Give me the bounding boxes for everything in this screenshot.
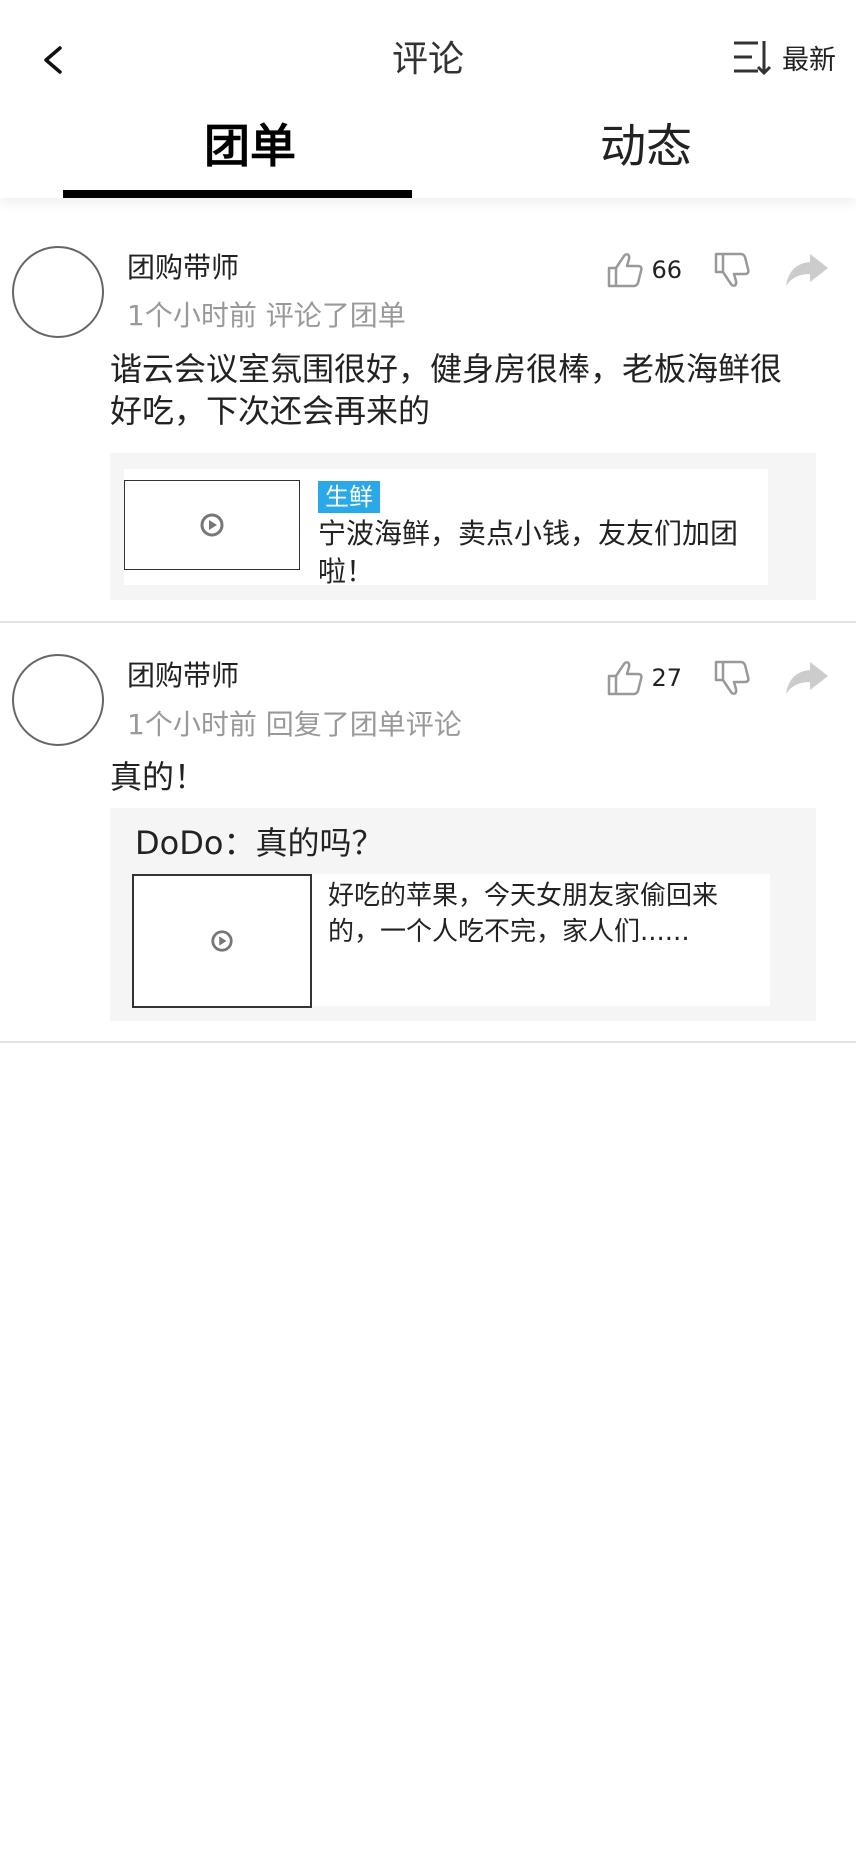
comment-item: 团购带师 1个小时前 回复了团单评论 27 真的！ DoDo：真的吗？ 好吃的苹… [0,623,856,1043]
category-tag: 生鲜 [318,481,380,513]
quoted-comment[interactable]: DoDo：真的吗？ [135,818,383,864]
comment-meta: 1个小时前 回复了团单评论 [127,708,462,741]
like-button[interactable]: 27 [605,658,682,698]
active-tab-indicator [63,190,412,198]
dislike-button[interactable] [712,250,752,290]
avatar[interactable] [12,654,104,746]
share-button[interactable] [782,658,832,698]
groupbuy-card[interactable]: 好吃的苹果，今天女朋友家偷回来的，一个人吃不完，家人们...... [132,874,770,1008]
thumbs-up-icon [608,661,644,696]
avatar[interactable] [12,246,104,338]
card-description: 宁波海鲜，卖点小钱，友友们加团啦！ [318,517,739,588]
comment-meta: 1个小时前 评论了团单 [127,299,406,332]
sort-icon [734,41,772,76]
like-count: 27 [651,664,682,692]
share-button[interactable] [782,250,832,290]
video-thumbnail[interactable] [124,480,300,570]
header: 评论 最新 团单 动态 [0,0,856,198]
comment-text: 真的！ [110,758,207,796]
groupbuy-card-container: 生鲜 宁波海鲜，卖点小钱，友友们加团啦！ [110,453,816,600]
share-icon [786,662,828,694]
page-title: 评论 [391,39,464,80]
thumbs-up-icon [608,253,644,288]
username[interactable]: 团购带师 [127,654,239,694]
tab-moments[interactable]: 动态 [600,110,692,176]
play-icon [200,513,224,537]
sort-label: 最新 [782,44,836,76]
like-count: 66 [651,256,682,284]
thumbs-down-icon [714,252,750,287]
username[interactable]: 团购带师 [127,246,239,286]
comment-actions: 27 [605,658,832,698]
comment-item: 团购带师 1个小时前 评论了团单 66 谐云会议室氛围很好，健身房很棒，老板海鲜… [0,200,856,623]
video-thumbnail[interactable] [132,874,312,1008]
like-button[interactable]: 66 [605,250,682,290]
sort-button[interactable]: 最新 [732,34,836,80]
quoted-comment-container: DoDo：真的吗？ 好吃的苹果，今天女朋友家偷回来的，一个人吃不完，家人们...… [110,808,816,1021]
groupbuy-card[interactable]: 生鲜 宁波海鲜，卖点小钱，友友们加团啦！ [124,469,768,588]
share-icon [786,254,828,286]
comment-text: 谐云会议室氛围很好，健身房很棒，老板海鲜很好吃，下次还会再来的 [110,350,783,430]
comment-actions: 66 [605,250,832,290]
thumbs-down-icon [714,660,750,695]
card-description: 好吃的苹果，今天女朋友家偷回来的，一个人吃不完，家人们...... [328,881,719,947]
dislike-button[interactable] [712,658,752,698]
tab-groupbuy[interactable]: 团单 [204,110,296,176]
play-icon [211,930,233,952]
